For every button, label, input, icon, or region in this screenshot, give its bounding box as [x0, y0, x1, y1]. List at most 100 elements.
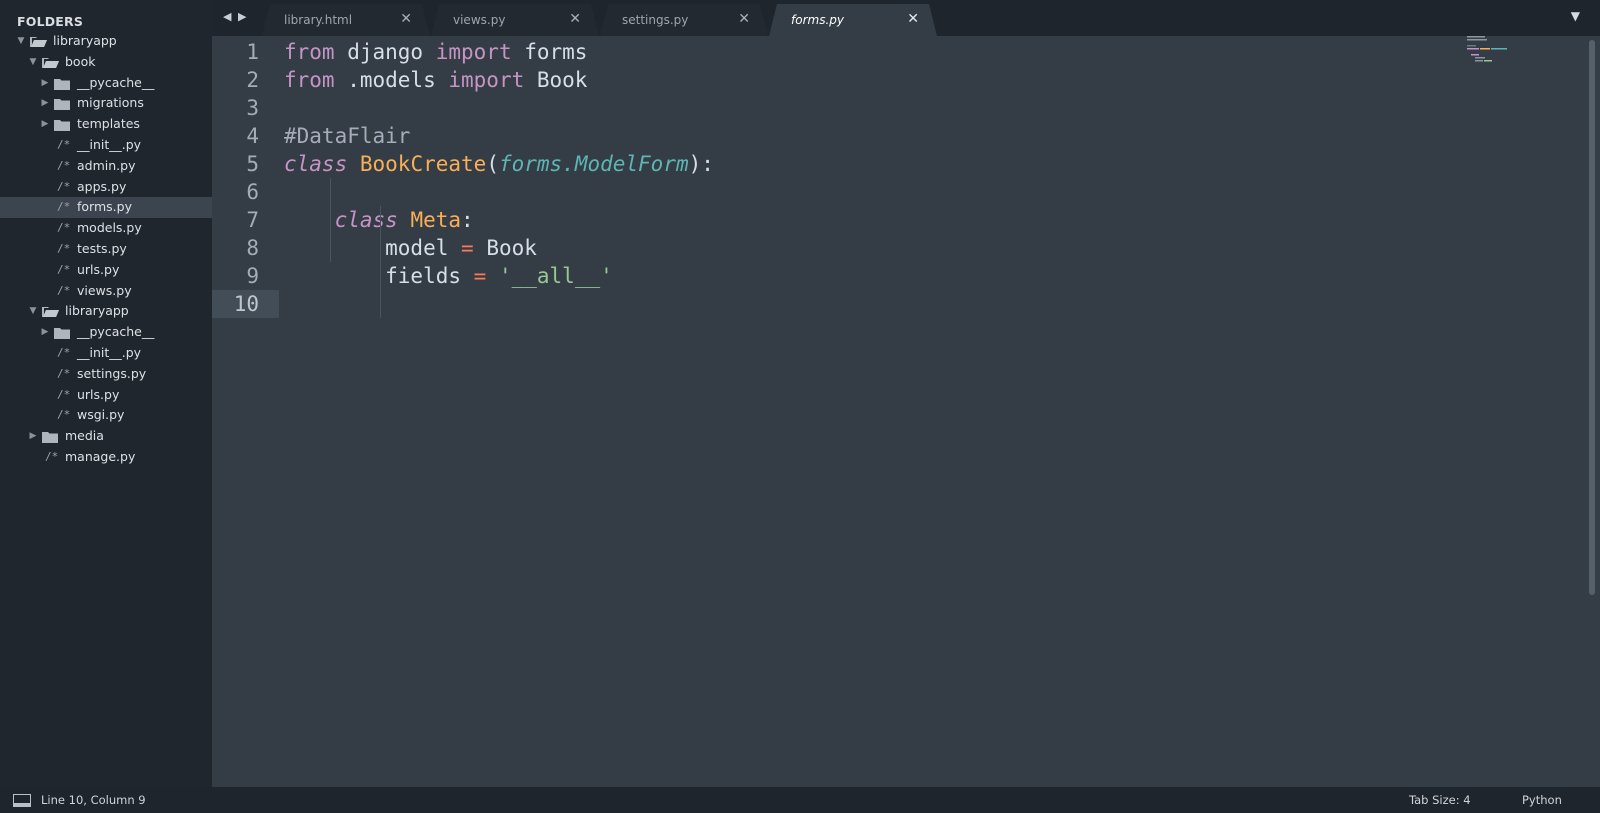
sidebar-folder-item[interactable]: ▼ book: [0, 52, 212, 73]
close-icon[interactable]: ✕: [569, 11, 581, 27]
file-icon: /*: [57, 366, 71, 380]
code-token: from: [284, 68, 335, 92]
status-bar: Line 10, Column 9 Tab Size: 4 Python: [0, 787, 1600, 813]
panel-toggle-icon[interactable]: [13, 794, 31, 810]
code-token: ):: [688, 152, 714, 176]
tab-label: views.py: [453, 13, 506, 27]
file-icon: /*: [57, 241, 71, 255]
line-number: 9: [246, 264, 259, 288]
collapse-arrow-icon[interactable]: ▶: [40, 322, 50, 343]
expand-arrow-icon[interactable]: ▼: [28, 52, 38, 73]
tab-size-indicator[interactable]: Tab Size: 4: [1409, 793, 1471, 807]
sidebar-file-item[interactable]: /* admin.py: [0, 156, 212, 177]
editor-tab[interactable]: views.py ✕: [431, 4, 599, 36]
editor-tab[interactable]: settings.py ✕: [600, 4, 768, 36]
line-number: 10: [233, 292, 259, 316]
tree-item-label: views.py: [77, 282, 132, 298]
file-icon: /*: [57, 158, 71, 172]
sidebar-file-item[interactable]: /* wsgi.py: [0, 405, 212, 426]
code-token: =: [461, 236, 474, 260]
tree-item-label: tests.py: [77, 240, 127, 256]
tree-item-label: book: [65, 53, 96, 69]
code-token: BookCreate: [359, 152, 487, 176]
tree-item-label: libraryapp: [65, 303, 129, 319]
collapse-arrow-icon[interactable]: ▶: [40, 73, 50, 94]
folder-open-icon: [42, 57, 59, 68]
close-icon[interactable]: ✕: [400, 11, 412, 27]
sidebar-folder-item[interactable]: ▼ libraryapp: [0, 31, 212, 52]
tree-item-label: libraryapp: [53, 33, 117, 48]
sidebar-folder-item[interactable]: ▶ __pycache__: [0, 73, 212, 94]
line-number: 8: [246, 236, 259, 260]
sidebar-file-item[interactable]: /* __init__.py: [0, 135, 212, 156]
collapse-arrow-icon[interactable]: ▶: [28, 426, 38, 447]
code-editor[interactable]: 1 2 3 4 5 6 7 8 9 10 from django import forms from…: [212, 36, 1600, 787]
collapse-arrow-icon[interactable]: ▶: [40, 93, 50, 114]
sidebar-folder-item[interactable]: ▶ __pycache__: [0, 322, 212, 343]
vertical-scrollbar[interactable]: [1589, 40, 1595, 595]
tab-next-icon[interactable]: ▶: [238, 10, 246, 23]
sidebar-file-item[interactable]: /* urls.py: [0, 260, 212, 281]
minimap[interactable]: [1467, 36, 1547, 66]
editor-tab[interactable]: library.html ✕: [262, 4, 430, 36]
file-icon: /*: [57, 283, 71, 297]
close-icon[interactable]: ✕: [738, 11, 750, 27]
sidebar-file-item[interactable]: /* urls.py: [0, 385, 212, 406]
line-number: 4: [246, 124, 259, 148]
file-icon: /*: [57, 345, 71, 359]
sidebar-file-item[interactable]: /* tests.py: [0, 239, 212, 260]
sidebar-file-item[interactable]: /* __init__.py: [0, 343, 212, 364]
tree-item-label: urls.py: [77, 261, 120, 277]
editor-tab[interactable]: forms.py ✕: [769, 4, 937, 36]
tab-menu-dropdown-icon[interactable]: ▼: [1571, 9, 1580, 23]
expand-arrow-icon[interactable]: ▼: [28, 301, 38, 322]
file-icon: /*: [57, 221, 71, 235]
folder-open-icon: [30, 36, 47, 47]
sidebar-file-item[interactable]: /* models.py: [0, 218, 212, 239]
sidebar-file-item[interactable]: /* settings.py: [0, 364, 212, 385]
close-icon[interactable]: ✕: [907, 11, 919, 27]
tree-item-label: __pycache__: [77, 324, 155, 340]
syntax-indicator[interactable]: Python: [1522, 793, 1562, 807]
sidebar-folder-item[interactable]: ▶ media: [0, 426, 212, 447]
tree-item-label: settings.py: [77, 365, 147, 381]
sidebar-file-item[interactable]: /* forms.py: [0, 197, 212, 219]
code-line: #DataFlair: [284, 122, 410, 150]
code-token: fields: [284, 264, 474, 288]
tab-label: forms.py: [791, 13, 844, 27]
code-token: from: [284, 40, 335, 64]
expand-arrow-icon[interactable]: ▼: [16, 31, 26, 52]
file-icon: /*: [57, 387, 71, 401]
sidebar-folder-item[interactable]: ▶ templates: [0, 114, 212, 135]
tab-label: library.html: [284, 13, 353, 27]
code-line: model = Book: [284, 234, 537, 262]
code-line: from django import forms: [284, 38, 587, 66]
line-number: 2: [246, 68, 259, 92]
sidebar-file-item[interactable]: /* views.py: [0, 281, 212, 302]
folder-icon: [54, 119, 70, 132]
folder-open-icon: [42, 306, 59, 318]
tree-item-label: __init__.py: [77, 344, 142, 360]
sidebar-file-item[interactable]: /* manage.py: [0, 447, 212, 468]
sidebar-folder-item[interactable]: ▶ migrations: [0, 93, 212, 114]
tab-label: settings.py: [622, 13, 689, 27]
code-token: Meta: [410, 208, 462, 232]
file-icon: /*: [57, 408, 71, 422]
code-token: import: [448, 68, 525, 92]
sidebar-folder-item[interactable]: ▼ libraryapp: [0, 301, 212, 322]
folder-icon: [42, 431, 58, 444]
code-token: forms: [511, 40, 588, 64]
tab-prev-icon[interactable]: ◀: [223, 10, 231, 23]
collapse-arrow-icon[interactable]: ▶: [40, 114, 50, 135]
code-token: #DataFlair: [284, 124, 411, 148]
file-icon: /*: [57, 262, 71, 276]
sidebar-file-item[interactable]: /* apps.py: [0, 177, 212, 198]
tree-item-label: urls.py: [77, 386, 120, 402]
folder-icon: [54, 327, 70, 340]
code-token: model: [284, 236, 462, 260]
folders-heading: FOLDERS: [17, 14, 84, 29]
code-token: '__all__': [498, 264, 613, 288]
